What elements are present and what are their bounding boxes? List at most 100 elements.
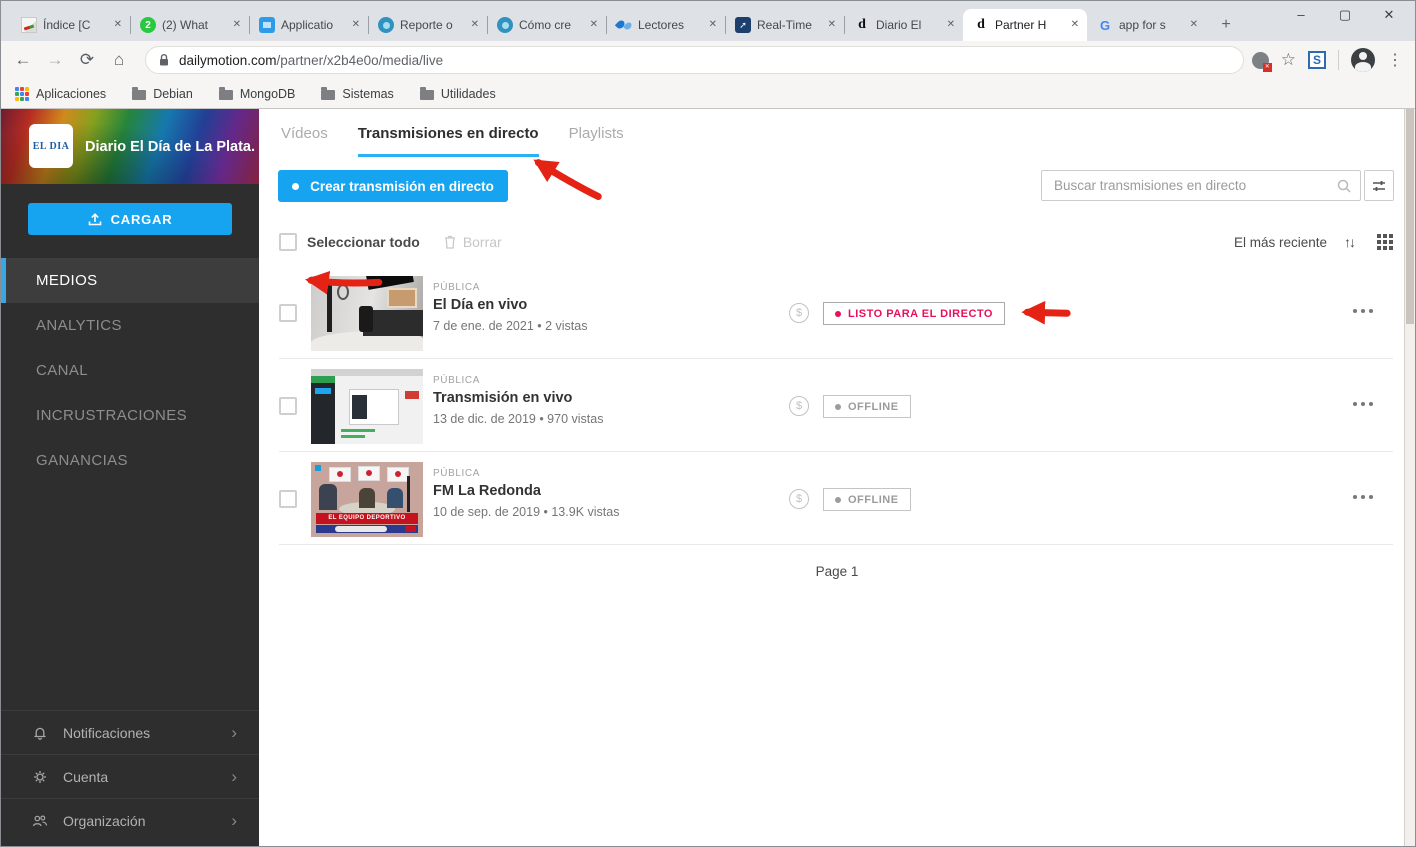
tab-close-icon[interactable]: ✕	[1188, 18, 1200, 32]
home-button[interactable]: ⌂	[105, 46, 133, 74]
monetization-icon: $	[789, 303, 809, 323]
bookmark-folder[interactable]: Sistemas	[321, 87, 393, 101]
bookmark-folder[interactable]: MongoDB	[219, 87, 296, 101]
sort-order-label[interactable]: El más reciente	[1234, 235, 1327, 250]
media-row[interactable]: PÚBLICA El Día en vivo 7 de ene. de 2021…	[279, 266, 1393, 359]
row-menu-icon[interactable]	[1353, 309, 1373, 313]
browser-tab[interactable]: ➚ Real-Time ✕	[725, 9, 844, 41]
app-favicon	[259, 17, 275, 33]
create-livestream-button[interactable]: Crear transmisión en directo	[278, 170, 508, 202]
tab-close-icon[interactable]: ✕	[945, 18, 957, 32]
cookies-blocked-icon[interactable]	[1252, 52, 1269, 69]
sidebar-item-cuenta[interactable]: Cuenta ›	[1, 754, 259, 798]
bookmark-star-icon[interactable]: ☆	[1281, 50, 1296, 70]
media-title[interactable]: FM La Redonda	[433, 483, 541, 499]
browser-tab[interactable]: Cómo cre ✕	[487, 9, 606, 41]
create-livestream-label: Crear transmisión en directo	[310, 179, 494, 194]
browser-tab[interactable]: d Diario El ✕	[844, 9, 963, 41]
tab-close-icon[interactable]: ✕	[112, 18, 124, 32]
browser-tab[interactable]: 2 (2) What ✕	[130, 9, 249, 41]
delete-button[interactable]: Borrar	[443, 234, 502, 250]
sidebar-item-medios[interactable]: MEDIOS	[1, 258, 259, 303]
browser-tab[interactable]: Lectores ✕	[606, 9, 725, 41]
window-minimize-button[interactable]: –	[1291, 7, 1311, 23]
tab-close-icon[interactable]: ✕	[826, 18, 838, 32]
new-tab-button[interactable]: +	[1212, 11, 1240, 39]
sidebar-nav: MEDIOS ANALYTICS CANAL INCRUSTRACIONES G…	[1, 258, 259, 483]
notes-favicon	[21, 17, 37, 33]
tab-videos[interactable]: Vídeos	[281, 125, 328, 157]
browser-tab-active[interactable]: d Partner H ✕	[963, 9, 1087, 41]
sidebar-item-canal[interactable]: CANAL	[1, 348, 259, 393]
status-dot	[835, 497, 841, 503]
browser-toolbar: ← → ⟳ ⌂ dailymotion.com/partner/x2b4e0o/…	[1, 41, 1415, 79]
media-row[interactable]: PÚBLICA Transmisión en vivo 13 de dic. d…	[279, 359, 1393, 452]
row-menu-icon[interactable]	[1353, 495, 1373, 499]
row-checkbox[interactable]	[279, 490, 297, 508]
status-badge-offline: OFFLINE	[823, 395, 911, 418]
bookmark-label: Aplicaciones	[36, 87, 106, 101]
tab-close-icon[interactable]: ✕	[350, 18, 362, 32]
sidebar-item-analytics[interactable]: ANALYTICS	[1, 303, 259, 348]
browser-tab[interactable]: G app for s ✕	[1087, 9, 1206, 41]
browser-window: Índice [C ✕ 2 (2) What ✕ Applicatio ✕ Re…	[0, 0, 1416, 847]
bookmark-apps[interactable]: Aplicaciones	[15, 87, 106, 101]
video-thumbnail[interactable]: EL EQUIPO DEPORTIVO	[311, 462, 423, 537]
search-box	[1041, 170, 1361, 201]
tab-close-icon[interactable]: ✕	[707, 18, 719, 32]
window-maximize-button[interactable]: ▢	[1335, 7, 1355, 23]
media-row[interactable]: EL EQUIPO DEPORTIVO PÚBLICA FM La Redond…	[279, 452, 1393, 545]
filter-button[interactable]	[1364, 170, 1394, 201]
tab-close-icon[interactable]: ✕	[1069, 18, 1081, 32]
sidebar-item-ganancias[interactable]: GANANCIAS	[1, 438, 259, 483]
tab-title: Cómo cre	[519, 18, 582, 32]
back-button[interactable]: ←	[9, 46, 37, 74]
window-close-button[interactable]: ✕	[1379, 7, 1399, 23]
select-all-label: Seleccionar todo	[307, 234, 420, 250]
row-checkbox[interactable]	[279, 397, 297, 415]
tab-transmisiones[interactable]: Transmisiones en directo	[358, 125, 539, 157]
browser-menu-icon[interactable]: ⋮	[1387, 50, 1403, 70]
sidebar-item-organizacion[interactable]: Organización ›	[1, 798, 259, 842]
sidebar-item-incrustraciones[interactable]: INCRUSTRACIONES	[1, 393, 259, 438]
delete-label: Borrar	[463, 234, 502, 250]
reload-button[interactable]: ⟳	[73, 46, 101, 74]
tab-close-icon[interactable]: ✕	[231, 18, 243, 32]
tab-playlists[interactable]: Playlists	[569, 125, 624, 157]
row-checkbox[interactable]	[279, 304, 297, 322]
grid-view-icon[interactable]	[1377, 234, 1393, 250]
media-title[interactable]: Transmisión en vivo	[433, 390, 572, 406]
channel-logo[interactable]: EL DIA	[29, 124, 73, 168]
tab-title: Applicatio	[281, 18, 344, 32]
bookmark-folder[interactable]: Debian	[132, 87, 193, 101]
address-bar[interactable]: dailymotion.com/partner/x2b4e0o/media/li…	[145, 46, 1244, 74]
video-thumbnail[interactable]	[311, 369, 423, 444]
upload-label: CARGAR	[111, 212, 173, 227]
forward-button[interactable]: →	[41, 46, 69, 74]
tab-close-icon[interactable]: ✕	[588, 18, 600, 32]
media-title[interactable]: El Día en vivo	[433, 297, 527, 313]
sort-arrows-icon[interactable]: ↑↓	[1344, 234, 1354, 250]
page-scrollbar[interactable]	[1404, 109, 1415, 846]
select-all-checkbox[interactable]	[279, 233, 297, 251]
globe-favicon	[378, 17, 394, 33]
browser-tab[interactable]: Índice [C ✕	[11, 9, 130, 41]
scrollbar-thumb[interactable]	[1406, 109, 1414, 324]
search-input[interactable]	[1054, 178, 1336, 193]
media-meta: 13 de dic. de 2019 • 970 vistas	[433, 412, 603, 426]
upload-icon	[88, 213, 102, 226]
channel-logo-text: EL DIA	[33, 141, 70, 152]
row-menu-icon[interactable]	[1353, 402, 1373, 406]
browser-tab[interactable]: Applicatio ✕	[249, 9, 368, 41]
browser-tab[interactable]: Reporte o ✕	[368, 9, 487, 41]
channel-name: Diario El Día de La Plata.	[85, 109, 255, 184]
extension-icon[interactable]: S	[1308, 51, 1326, 69]
bookmark-folder[interactable]: Utilidades	[420, 87, 496, 101]
profile-avatar[interactable]	[1351, 48, 1375, 72]
upload-button[interactable]: CARGAR	[28, 203, 232, 235]
tab-close-icon[interactable]: ✕	[469, 18, 481, 32]
media-meta: 10 de sep. de 2019 • 13.9K vistas	[433, 505, 619, 519]
sidebar-item-notificaciones[interactable]: Notificaciones ›	[1, 710, 259, 754]
video-thumbnail[interactable]	[311, 276, 423, 351]
google-favicon: G	[1097, 17, 1113, 33]
